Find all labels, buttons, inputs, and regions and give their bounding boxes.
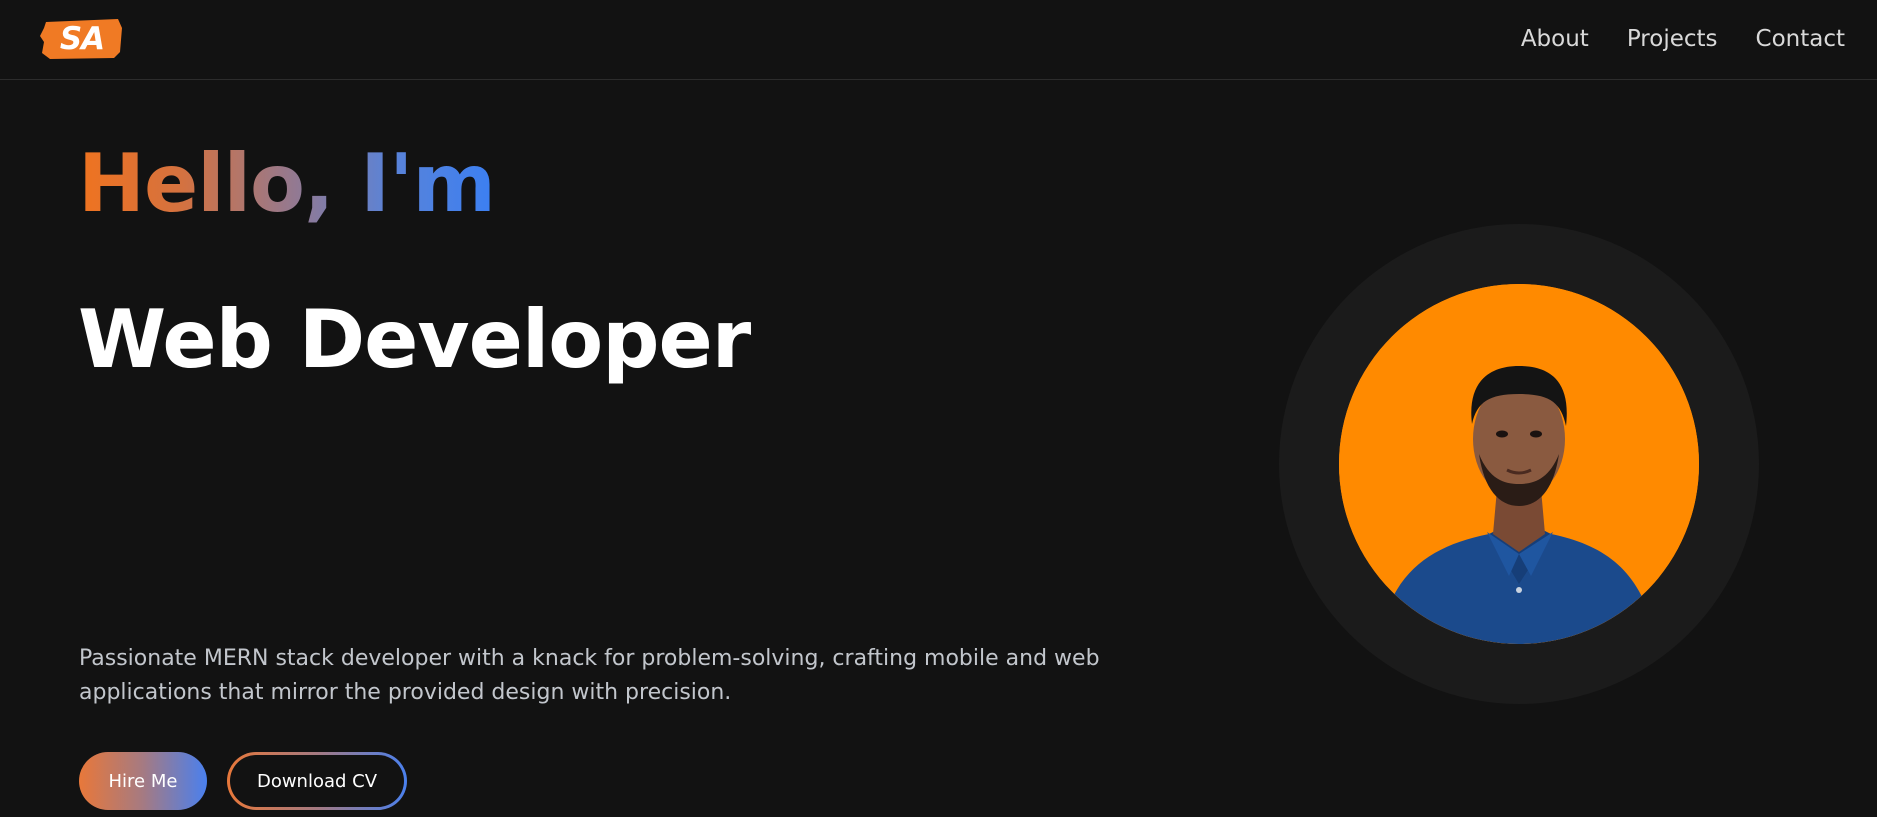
- download-cv-button[interactable]: Download CV: [227, 752, 407, 810]
- hero-actions: Hire Me Download CV: [79, 752, 407, 810]
- hero-description: Passionate MERN stack developer with a k…: [79, 646, 1100, 705]
- profile-photo-illustration: [1339, 284, 1699, 644]
- portfolio-page: SA About Projects Contact Hello, I'm Web…: [0, 0, 1877, 817]
- hire-me-button[interactable]: Hire Me: [79, 752, 207, 810]
- site-logo[interactable]: SA: [40, 18, 124, 60]
- role-heading: Web Developer: [78, 293, 751, 386]
- greeting-heading: Hello, I'm: [78, 137, 496, 230]
- main-nav: About Projects Contact: [1521, 22, 1845, 56]
- nav-link-projects[interactable]: Projects: [1627, 22, 1718, 56]
- top-navbar: SA About Projects Contact: [0, 0, 1877, 80]
- logo-text: SA: [59, 21, 105, 57]
- profile-avatar: [1339, 284, 1699, 644]
- download-cv-label: Download CV: [230, 755, 404, 807]
- nav-link-about[interactable]: About: [1521, 22, 1589, 56]
- nav-link-contact[interactable]: Contact: [1756, 22, 1845, 56]
